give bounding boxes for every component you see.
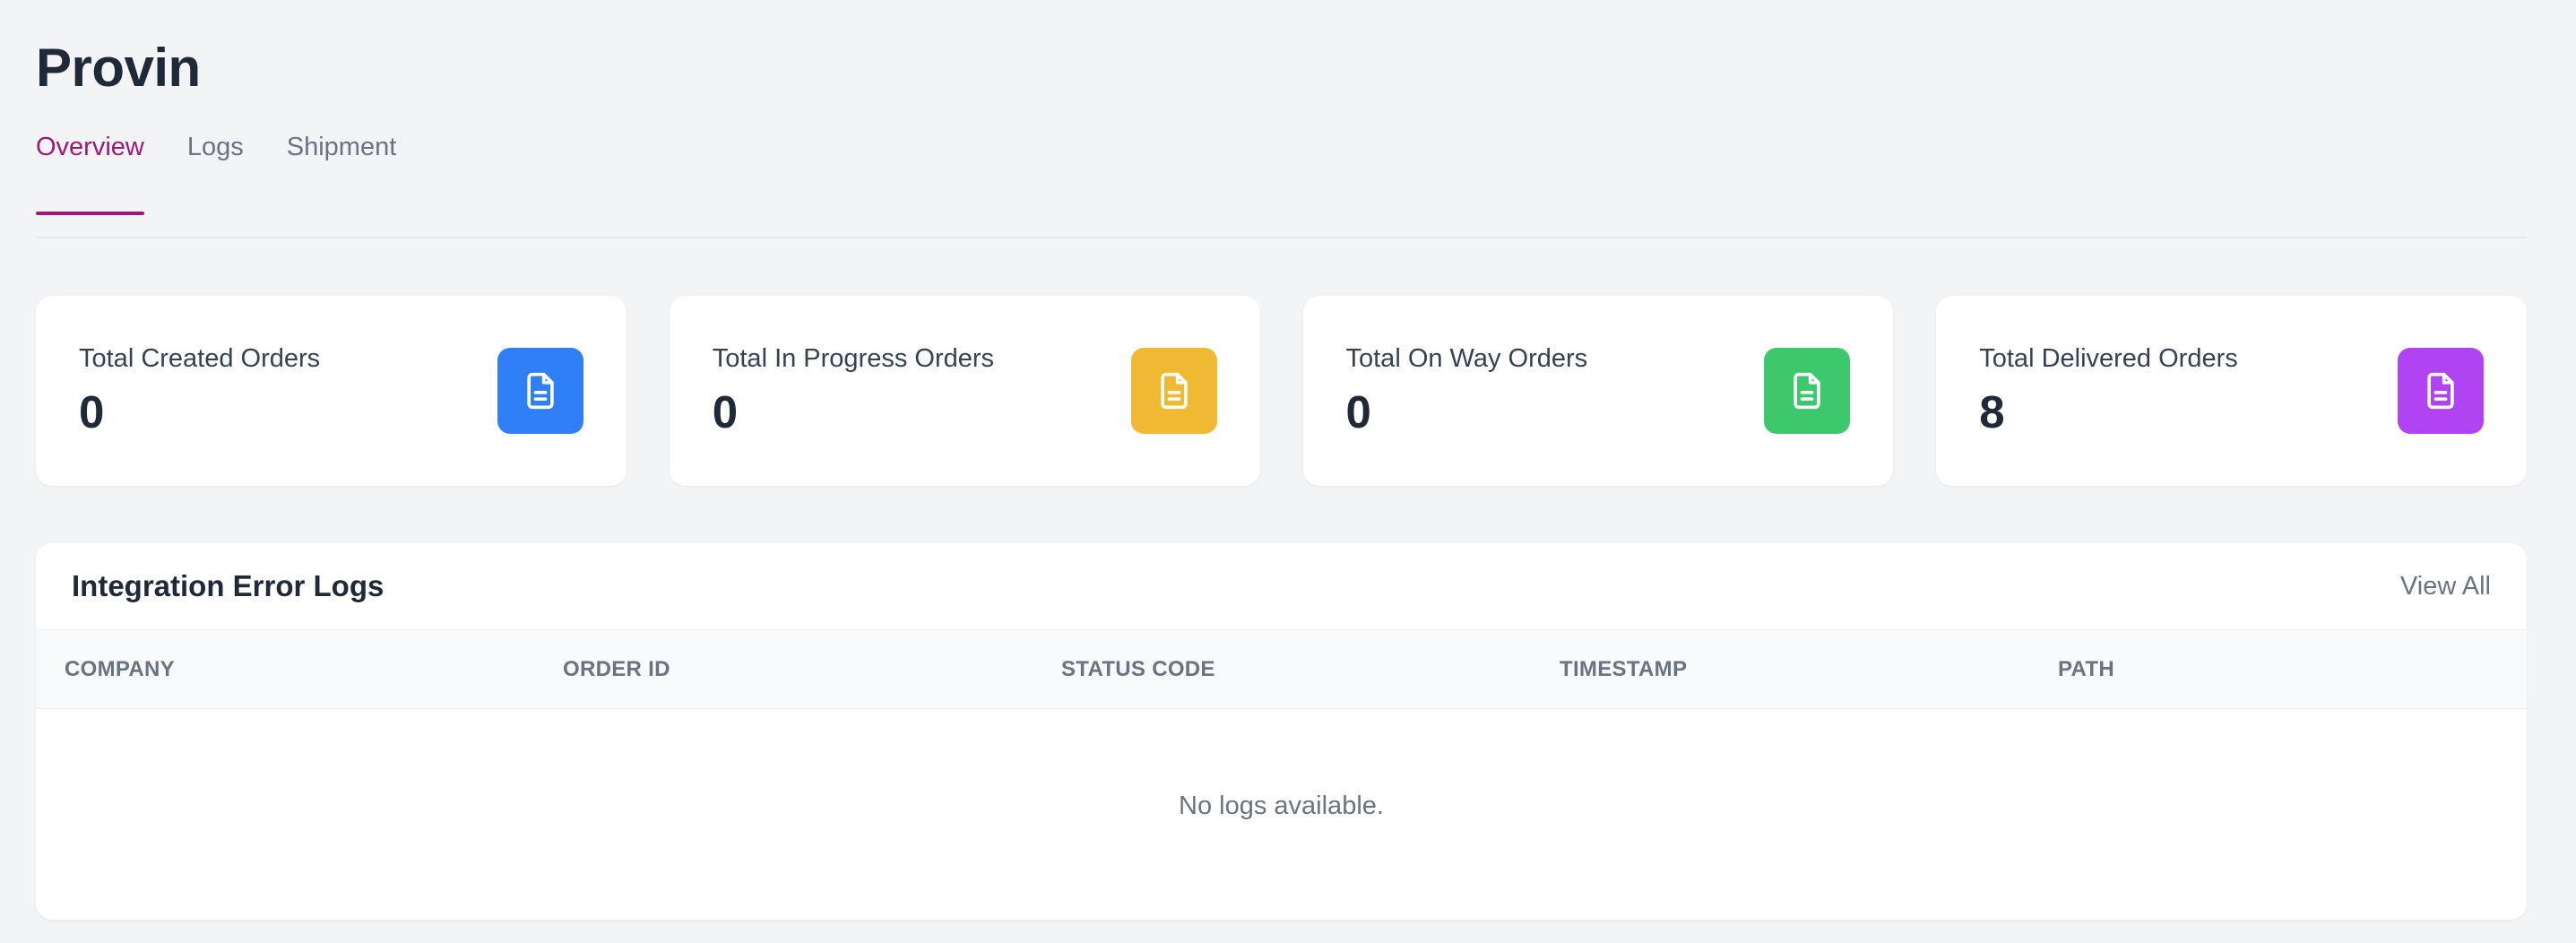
- page-title: Provin: [36, 38, 201, 98]
- stat-card-on-way: Total On Way Orders 0: [1302, 296, 1894, 486]
- document-icon: [2398, 348, 2484, 434]
- table-header-row: COMPANY ORDER ID STATUS CODE TIMESTAMP P…: [36, 629, 2527, 709]
- empty-message: No logs available.: [1179, 792, 1384, 821]
- logs-header: Integration Error Logs View All: [36, 543, 2527, 629]
- page: Provin Overview Logs Shipment Total Crea…: [0, 0, 2576, 943]
- integration-error-logs-panel: Integration Error Logs View All COMPANY …: [36, 543, 2527, 920]
- stat-card-delivered: Total Delivered Orders 8: [1936, 296, 2527, 486]
- document-icon: [1130, 348, 1217, 434]
- tab-overview[interactable]: Overview: [36, 134, 144, 215]
- stats-row: Total Created Orders 0 Total In Progress…: [36, 296, 2527, 486]
- document-icon: [1764, 348, 1851, 434]
- logs-title: Integration Error Logs: [72, 569, 385, 602]
- tab-shipment[interactable]: Shipment: [287, 134, 397, 213]
- column-header-company: COMPANY: [36, 629, 534, 709]
- stat-card-in-progress: Total In Progress Orders 0: [669, 296, 1260, 486]
- column-header-path: PATH: [2029, 629, 2527, 709]
- column-header-status-code: STATUS CODE: [1033, 629, 1531, 709]
- tab-bar: Overview Logs Shipment: [36, 134, 2527, 238]
- tab-logs[interactable]: Logs: [187, 134, 244, 213]
- stat-card-created: Total Created Orders 0: [36, 296, 627, 486]
- view-all-link[interactable]: View All: [2400, 572, 2491, 601]
- column-header-order-id: ORDER ID: [534, 629, 1033, 709]
- column-header-timestamp: TIMESTAMP: [1531, 629, 2029, 709]
- empty-row: No logs available.: [36, 709, 2527, 921]
- document-icon: [497, 348, 583, 434]
- logs-table: COMPANY ORDER ID STATUS CODE TIMESTAMP P…: [36, 629, 2527, 920]
